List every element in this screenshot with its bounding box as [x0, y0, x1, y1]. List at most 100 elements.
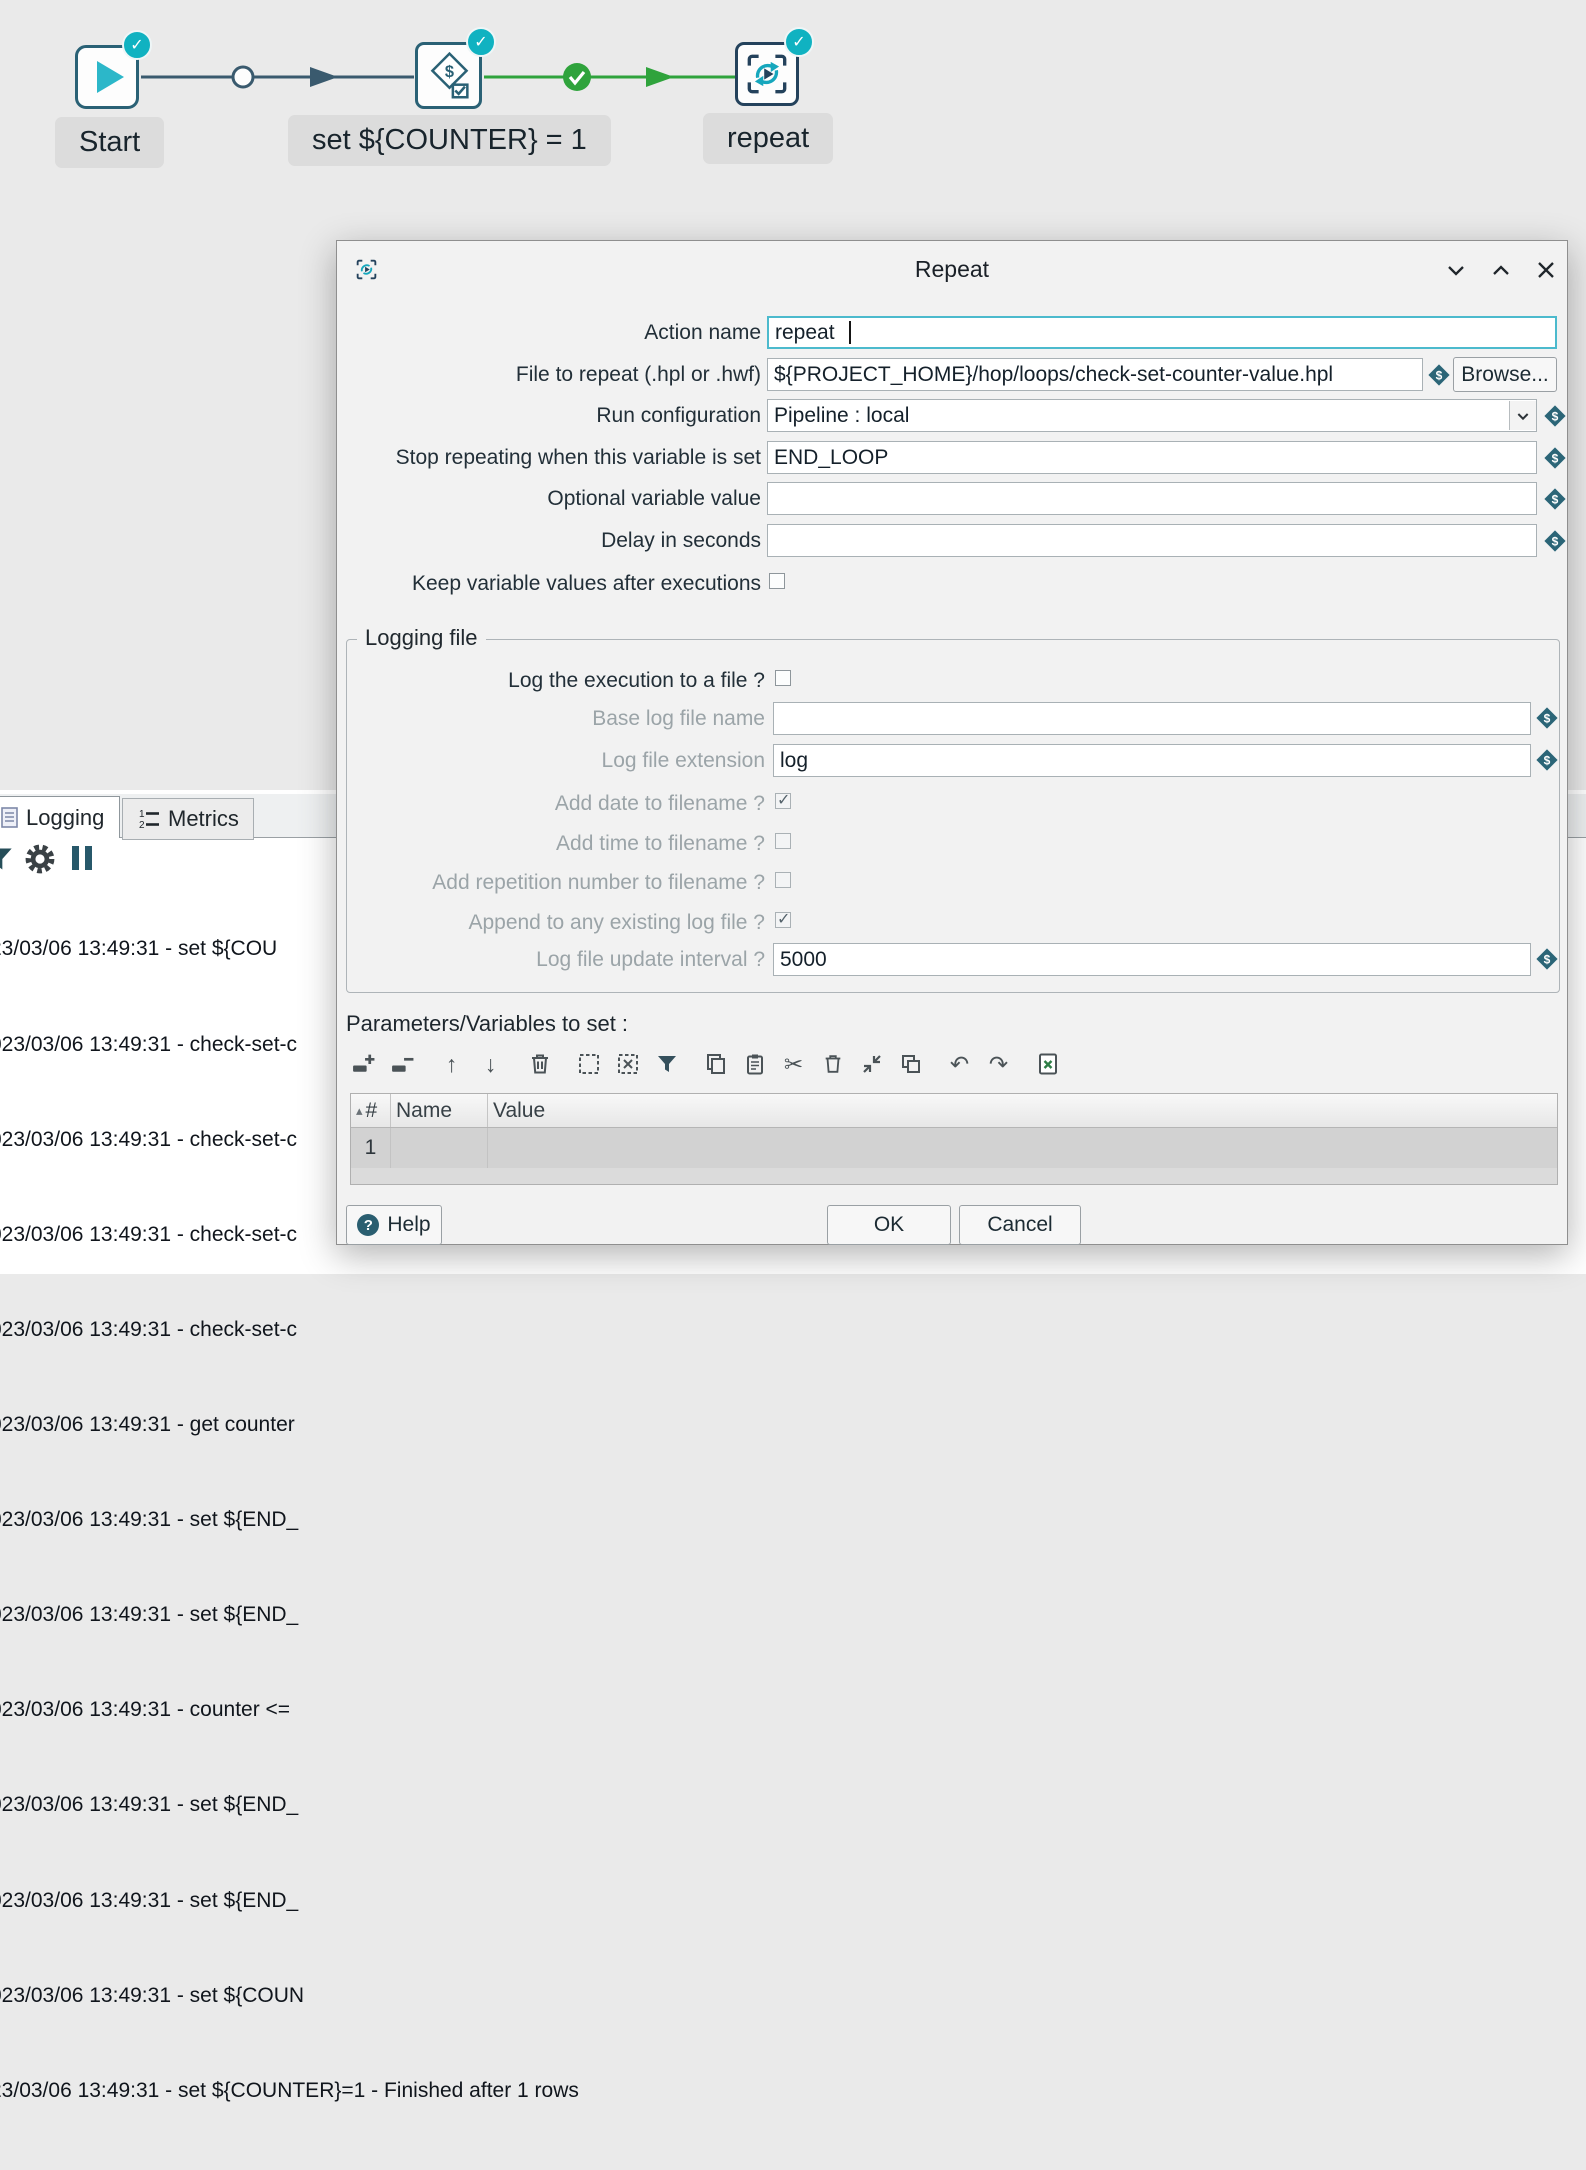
repeat-dialog: Repeat Action name File to repeat (.hpl … [336, 240, 1568, 1245]
maximize-chevron-up-icon[interactable] [1486, 255, 1516, 285]
filter-rows-icon[interactable] [653, 1051, 680, 1078]
variable-icon[interactable]: $ [1543, 446, 1567, 470]
append-log-label: Append to any existing log file ? [347, 906, 765, 939]
paste-rows-icon[interactable] [741, 1051, 768, 1078]
export-excel-icon[interactable] [1034, 1051, 1061, 1078]
keep-selected-rows-icon[interactable] [858, 1051, 885, 1078]
svg-text:$: $ [1552, 535, 1559, 549]
variable-icon[interactable]: $ [1543, 404, 1567, 428]
log-update-interval-input[interactable] [773, 943, 1531, 976]
svg-text:$: $ [444, 62, 453, 80]
logging-tab-icon [1, 807, 19, 829]
undo-icon[interactable]: ↶ [946, 1051, 973, 1078]
tab-logging-label: Logging [26, 805, 104, 831]
browse-button[interactable]: Browse... [1453, 357, 1557, 392]
delay-seconds-input[interactable] [767, 524, 1537, 557]
log-line: 023/03/06 13:49:31 - set ${COUN [0, 1980, 579, 2012]
delete-selected-rows-icon[interactable] [819, 1051, 846, 1078]
node-label-start[interactable]: Start [55, 117, 164, 168]
parameters-table-toolbar: ↑ ↓ ✂ ↶ ↷ [350, 1047, 1061, 1081]
table-empty-area [351, 1168, 1557, 1184]
svg-text:$: $ [1552, 410, 1559, 424]
tab-metrics[interactable]: 1 2 Metrics [122, 798, 254, 840]
parameters-section-label: Parameters/Variables to set : [346, 1011, 628, 1037]
svg-text:$: $ [1552, 452, 1559, 466]
move-row-down-icon[interactable]: ↓ [477, 1051, 504, 1078]
duplicate-rows-icon[interactable] [897, 1051, 924, 1078]
svg-text:$: $ [1552, 493, 1559, 507]
redo-icon[interactable]: ↷ [985, 1051, 1012, 1078]
column-header-value[interactable]: Value [488, 1094, 1557, 1127]
combo-dropdown-button[interactable] [1509, 401, 1536, 430]
play-icon [97, 61, 124, 93]
table-row[interactable]: 1 [351, 1128, 1557, 1168]
clear-selection-icon[interactable] [614, 1051, 641, 1078]
copy-rows-icon[interactable] [702, 1051, 729, 1078]
minimize-chevron-down-icon[interactable] [1441, 255, 1471, 285]
variable-icon[interactable]: $ [1535, 947, 1559, 971]
stop-variable-input[interactable] [767, 441, 1537, 474]
metrics-tab-icon: 1 2 [137, 807, 161, 831]
action-name-input[interactable] [767, 316, 1557, 349]
tab-logging[interactable]: Logging [0, 796, 120, 838]
parameters-table: ▴ # Name Value 1 [350, 1093, 1558, 1185]
row-number-cell: 1 [351, 1128, 391, 1168]
append-log-checkbox[interactable] [775, 912, 791, 928]
file-to-repeat-input[interactable] [767, 358, 1423, 391]
text-cursor [849, 321, 851, 344]
move-row-up-icon[interactable]: ↑ [438, 1051, 465, 1078]
dialog-title: Repeat [337, 256, 1567, 283]
log-update-interval-label: Log file update interval ? [347, 943, 765, 976]
node-label-repeat[interactable]: repeat [703, 113, 833, 164]
add-time-checkbox[interactable] [775, 833, 791, 849]
hop-start-to-set[interactable] [141, 67, 414, 87]
keep-values-checkbox[interactable] [769, 573, 785, 589]
cancel-button[interactable]: Cancel [959, 1205, 1081, 1245]
node-label-set-counter[interactable]: set ${COUNTER} = 1 [288, 115, 611, 166]
ok-button[interactable]: OK [827, 1205, 951, 1245]
optional-variable-value-input[interactable] [767, 482, 1537, 515]
log-line: 023/03/06 13:49:31 - set ${END_ [0, 1789, 579, 1821]
log-file-extension-input[interactable] [773, 744, 1531, 777]
status-check-badge: ✓ [466, 27, 496, 57]
insert-row-icon[interactable] [350, 1051, 377, 1078]
pause-logging-icon[interactable] [72, 846, 92, 870]
hop-set-to-repeat[interactable] [484, 63, 737, 91]
row-name-cell[interactable] [391, 1128, 488, 1168]
variable-icon[interactable]: $ [1543, 487, 1567, 511]
help-button[interactable]: ? Help [346, 1205, 442, 1245]
column-header-name[interactable]: Name [391, 1094, 488, 1127]
logging-file-group-title: Logging file [357, 625, 486, 651]
variable-icon[interactable]: $ [1543, 529, 1567, 553]
svg-text:2: 2 [139, 820, 145, 831]
variable-icon[interactable]: $ [1535, 748, 1559, 772]
variable-icon[interactable]: $ [1535, 706, 1559, 730]
log-to-file-checkbox[interactable] [775, 670, 791, 686]
dialog-titlebar[interactable]: Repeat [337, 241, 1567, 299]
svg-text:$: $ [1544, 953, 1551, 967]
add-date-checkbox[interactable] [775, 793, 791, 809]
base-log-file-input[interactable] [773, 702, 1531, 735]
add-repetition-label: Add repetition number to filename ? [347, 866, 765, 899]
close-icon[interactable] [1531, 255, 1561, 285]
delete-row-icon[interactable] [389, 1051, 416, 1078]
base-log-file-label: Base log file name [347, 702, 765, 735]
sort-asc-icon: ▴ [356, 1103, 363, 1119]
add-date-label: Add date to filename ? [347, 787, 765, 820]
workflow-canvas[interactable]: $ ✓ ✓ ✓ Start set ${COUNTER} = 1 repeat [0, 0, 1586, 240]
log-line: 023/03/06 13:49:31 - set ${END_ [0, 1504, 579, 1536]
repeat-icon [740, 47, 794, 101]
add-repetition-checkbox[interactable] [775, 872, 791, 888]
column-header-num[interactable]: ▴ # [351, 1094, 391, 1127]
help-icon: ? [357, 1214, 379, 1236]
run-configuration-combo[interactable] [767, 399, 1537, 432]
log-line: 023/03/06 13:49:31 - set ${END_ [0, 1599, 579, 1631]
cut-rows-icon[interactable]: ✂ [780, 1051, 807, 1078]
status-check-badge: ✓ [122, 30, 152, 60]
clear-rows-trash-icon[interactable] [526, 1051, 553, 1078]
log-line: 023/03/06 13:49:31 - set ${END_ [0, 1885, 579, 1917]
variable-icon[interactable]: $ [1427, 363, 1451, 387]
row-value-cell[interactable] [488, 1128, 1557, 1168]
select-all-rows-icon[interactable] [575, 1051, 602, 1078]
optional-variable-value-label: Optional variable value [337, 482, 761, 515]
